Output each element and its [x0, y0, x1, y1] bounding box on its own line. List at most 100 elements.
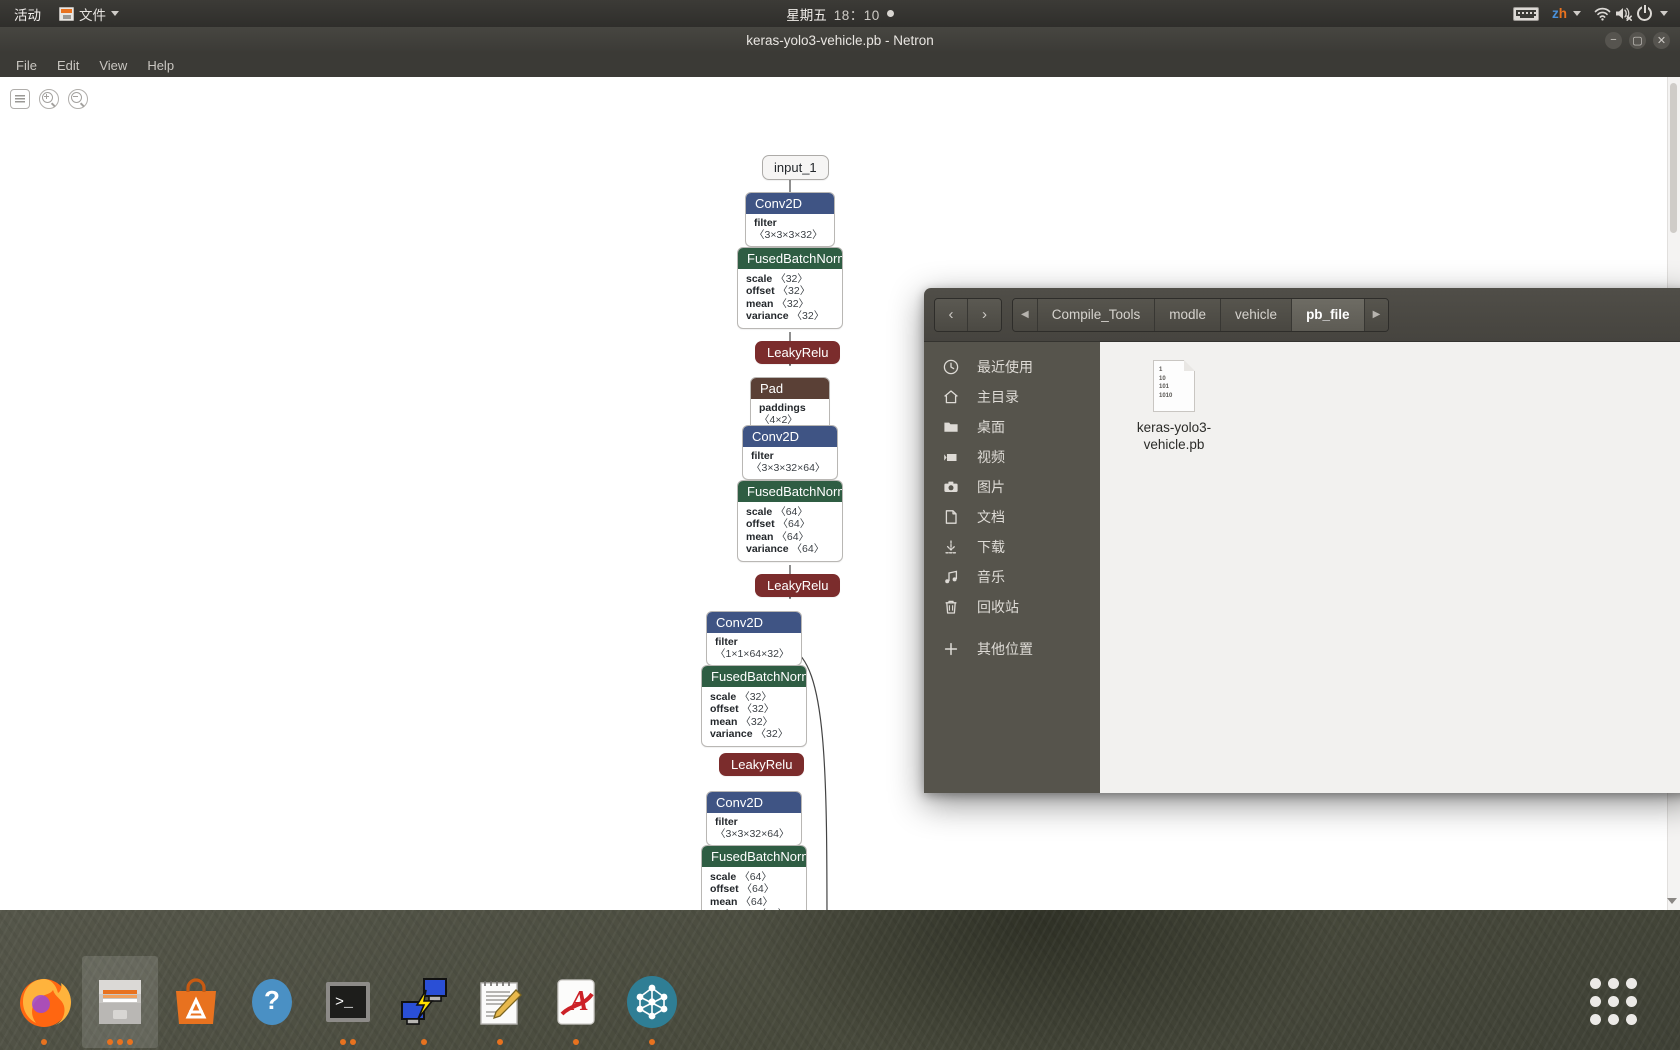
graph-node-fusedbatchnormv3-2[interactable]: FusedBatchNormV3 scale 〈64〉 offset 〈64〉 … [737, 480, 843, 562]
scroll-down-arrow-icon[interactable] [1667, 898, 1677, 904]
window-controls: − ▢ ✕ [1605, 27, 1670, 53]
back-button[interactable]: ‹ [935, 298, 968, 331]
dock-item-ubuntu-software[interactable] [158, 956, 234, 1048]
graph-node-conv2d-1[interactable]: Conv2D filter 〈3×3×3×32〉 [745, 192, 835, 247]
sidebar-item-recent[interactable]: 最近使用 [924, 352, 1100, 382]
dock-item-text-editor[interactable] [462, 956, 538, 1048]
attr-value: 〈64〉 [776, 530, 810, 543]
help-icon: ? [244, 974, 300, 1030]
breadcrumb-item-modle[interactable]: modle [1155, 298, 1222, 331]
wifi-icon[interactable] [1594, 7, 1611, 21]
menu-view[interactable]: View [89, 56, 137, 75]
dock-item-remote-desktop[interactable] [386, 956, 462, 1048]
clock-day: 星期五 [786, 7, 827, 23]
file-chooser-header: ‹ › ◀ Compile_Tools modle vehicle pb_fil… [924, 288, 1680, 342]
sidebar-item-other-locations[interactable]: 其他位置 [924, 634, 1100, 664]
dock-item-firefox[interactable] [6, 956, 82, 1048]
graph-node-fusedbatchnormv3-1[interactable]: FusedBatchNormV3 scale 〈32〉 offset 〈32〉 … [737, 247, 843, 329]
file-chooser-dialog: ‹ › ◀ Compile_Tools modle vehicle pb_fil… [924, 288, 1680, 793]
attr-key: mean [710, 895, 738, 908]
dock-item-netron[interactable] [614, 956, 690, 1048]
menu-file[interactable]: File [6, 56, 47, 75]
grid-dot [1608, 995, 1619, 1007]
graph-node-leakyrelu-1[interactable]: LeakyRelu [755, 341, 841, 364]
graph-node-pad-1[interactable]: Pad paddings 〈4×2〉 [750, 377, 830, 432]
forward-button[interactable]: › [968, 298, 1001, 331]
grid-dot [1626, 977, 1637, 989]
breadcrumb-item-vehicle[interactable]: vehicle [1221, 298, 1293, 331]
graph-node-conv2d-3[interactable]: Conv2D filter 〈1×1×64×32〉 [706, 611, 802, 666]
minimize-button[interactable]: − [1605, 31, 1622, 49]
music-icon [942, 568, 960, 586]
dock-item-help[interactable]: ? [234, 956, 310, 1048]
node-attributes: filter 〈3×3×32×64〉 [743, 447, 837, 479]
file-list-area[interactable]: 1 10 101 1010 keras-yolo3-vehicle.pb [1100, 342, 1680, 793]
files-app-menu[interactable]: 文件 [50, 0, 128, 27]
attr-value: 〈1×1×64×32〉 [715, 648, 790, 661]
attr-value: 〈64〉 [740, 895, 774, 908]
menu-help[interactable]: Help [137, 56, 184, 75]
node-attributes: filter 〈3×3×32×64〉 [707, 813, 801, 845]
dock-item-pdf-reader[interactable]: A [538, 956, 614, 1048]
graph-node-fusedbatchnormv3-4[interactable]: FusedBatchNormV3 scale 〈64〉 offset 〈64〉 … [701, 845, 807, 910]
attr-value: 〈64〉 [741, 883, 775, 896]
keyboard-icon[interactable] [1513, 6, 1539, 21]
window-title: keras-yolo3-vehicle.pb - Netron [746, 32, 934, 48]
sidebar-item-trash[interactable]: 回收站 [924, 592, 1100, 622]
dock-item-files[interactable] [82, 956, 158, 1048]
attr-key: offset [746, 285, 775, 298]
breadcrumb-scroll-right[interactable]: ▶ [1364, 298, 1389, 331]
close-button[interactable]: ✕ [1653, 31, 1670, 49]
sidebar-item-label: 最近使用 [977, 359, 1033, 375]
activities-button[interactable]: 活动 [0, 0, 50, 27]
file-item[interactable]: 1 10 101 1010 keras-yolo3-vehicle.pb [1126, 360, 1222, 454]
running-indicator [538, 1039, 614, 1045]
sidebar-item-music[interactable]: 音乐 [924, 562, 1100, 592]
graph-node-leakyrelu-2[interactable]: LeakyRelu [755, 574, 841, 597]
breadcrumb-item-compile-tools[interactable]: Compile_Tools [1037, 298, 1156, 331]
breadcrumb-scroll-left[interactable]: ◀ [1013, 298, 1038, 331]
sidebar-item-pictures[interactable]: 图片 [924, 472, 1100, 502]
breadcrumb-item-pb-file[interactable]: pb_file [1292, 298, 1365, 331]
grid-dot [1608, 1013, 1619, 1025]
speaker-muted-icon[interactable] [1615, 6, 1633, 21]
attr-key: scale [746, 273, 773, 285]
sidebar-item-desktop[interactable]: 桌面 [924, 412, 1100, 442]
graph-node-leakyrelu-3[interactable]: LeakyRelu [719, 753, 805, 776]
node-header: Conv2D [707, 612, 801, 633]
zoom-in-icon[interactable] [39, 89, 59, 109]
graph-node-conv2d-2[interactable]: Conv2D filter 〈3×3×32×64〉 [742, 425, 838, 480]
attr-key: variance [746, 543, 789, 556]
node-attributes: scale 〈32〉 offset 〈32〉 mean 〈32〉 varianc… [738, 269, 842, 328]
dock-item-terminal[interactable]: >_ [310, 956, 386, 1048]
clock-button[interactable]: 星期五 18：10 [740, 4, 940, 24]
terminal-icon: >_ [320, 974, 376, 1030]
binary-file-icon: 1 10 101 1010 [1153, 360, 1195, 412]
sidebar-item-home[interactable]: 主目录 [924, 382, 1100, 412]
menu-edit[interactable]: Edit [47, 56, 89, 75]
graph-node-conv2d-4[interactable]: Conv2D filter 〈3×3×32×64〉 [706, 791, 802, 846]
netron-title-bar[interactable]: keras-yolo3-vehicle.pb - Netron − ▢ ✕ [0, 27, 1680, 53]
attr-key: filter [715, 636, 738, 648]
sidebar-item-documents[interactable]: 文档 [924, 502, 1100, 532]
running-indicator [82, 1039, 158, 1045]
show-applications-button[interactable] [1590, 977, 1637, 1025]
sidebar-item-downloads[interactable]: 下载 [924, 532, 1100, 562]
attr-key: offset [710, 883, 739, 896]
graph-node-input_1[interactable]: input_1 [762, 155, 829, 180]
node-label: input_1 [774, 160, 817, 175]
running-indicator [310, 1039, 386, 1045]
sidebar-item-label: 下载 [977, 539, 1005, 555]
clock-time: 18：10 [833, 7, 880, 23]
glyph-line: 1010 [1159, 393, 1173, 400]
chevron-down-icon[interactable] [1660, 11, 1668, 16]
zoom-out-icon[interactable] [68, 89, 88, 109]
sidebar-item-label: 桌面 [977, 419, 1005, 435]
sidebar-item-videos[interactable]: 视频 [924, 442, 1100, 472]
sidebar-toggle-icon[interactable] [10, 89, 30, 109]
scrollbar-thumb[interactable] [1670, 83, 1677, 233]
graph-node-fusedbatchnormv3-3[interactable]: FusedBatchNormV3 scale 〈32〉 offset 〈32〉 … [701, 665, 807, 747]
power-icon[interactable] [1637, 6, 1652, 21]
maximize-button[interactable]: ▢ [1629, 31, 1646, 49]
input-language-button[interactable]: zh [1543, 0, 1590, 27]
